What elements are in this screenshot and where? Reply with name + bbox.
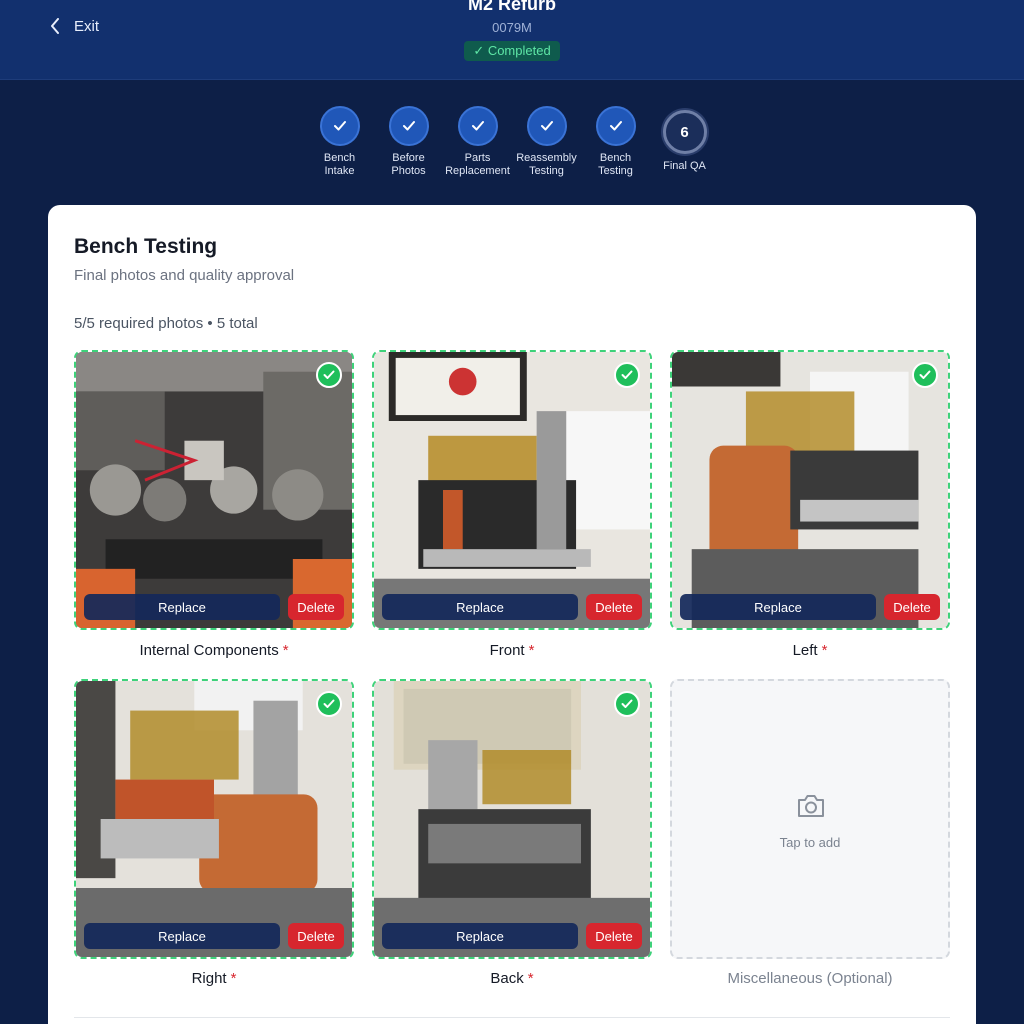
section-divider <box>74 1017 950 1018</box>
step-label: Final QA <box>663 160 706 172</box>
step-label: Parts Replacement <box>445 152 510 177</box>
add-photo-tile[interactable]: Tap to add <box>670 679 950 959</box>
status-badge: ✓ Completed <box>464 41 560 61</box>
checkmark-icon <box>621 699 633 708</box>
approved-check-badge <box>912 362 938 388</box>
step-parts-replacement[interactable]: Parts Replacement <box>443 106 512 178</box>
checkmark-icon <box>402 121 415 131</box>
camera-icon <box>798 795 824 817</box>
step-reassembly-testing[interactable]: Reassembly Testing <box>512 106 581 178</box>
replace-button[interactable]: Replace <box>84 923 280 949</box>
required-asterisk: * <box>528 642 535 659</box>
photo-tile-left[interactable]: Replace Delete <box>670 350 950 630</box>
photo-thumbnail <box>374 352 650 628</box>
photo-label-miscellaneous: Miscellaneous (Optional) <box>727 970 893 987</box>
photo-tile-right[interactable]: Replace Delete <box>74 679 354 959</box>
photo-label-text: Front <box>489 642 525 659</box>
job-title-block: M2 Refurb 0079M ✓ Completed <box>0 0 1024 61</box>
checkmark-icon <box>323 370 335 379</box>
step-complete-circle <box>457 106 498 146</box>
replace-button[interactable]: Replace <box>382 594 578 620</box>
approved-check-badge <box>316 691 342 717</box>
delete-button[interactable]: Delete <box>884 594 940 620</box>
photo-label-right: Right * <box>74 970 354 987</box>
step-complete-circle <box>595 106 636 146</box>
photo-label-back: Back * <box>372 970 652 987</box>
photo-tile-internal-components[interactable]: Replace Delete <box>74 350 354 630</box>
photo-label-left: Left * <box>670 642 950 659</box>
checkmark-icon <box>540 121 553 131</box>
photo-label-text: Back <box>490 970 524 987</box>
photo-tile-back[interactable]: Replace Delete <box>372 679 652 959</box>
step-label: Reassembly Testing <box>516 152 577 177</box>
delete-button[interactable]: Delete <box>586 594 642 620</box>
step-complete-circle <box>526 106 567 146</box>
checkmark-icon <box>333 121 346 131</box>
step-complete-circle <box>388 106 429 146</box>
required-asterisk: * <box>230 970 237 987</box>
checkmark-icon <box>621 370 633 379</box>
step-label: Before Photos <box>391 152 426 177</box>
section-subtitle: Final photos and quality approval <box>74 267 295 284</box>
photo-thumbnail <box>672 352 948 628</box>
delete-button[interactable]: Delete <box>586 923 642 949</box>
add-photo-text: Tap to add <box>779 835 841 850</box>
step-before-photos[interactable]: Before Photos <box>374 106 443 178</box>
section-title: Bench Testing <box>74 235 218 258</box>
photo-checklist-card: Bench Testing Final photos and quality a… <box>48 205 976 1024</box>
replace-button[interactable]: Replace <box>680 594 876 620</box>
required-asterisk: * <box>527 970 534 987</box>
step-label: Bench Intake <box>323 152 356 177</box>
step-complete-circle <box>319 106 360 146</box>
photo-thumbnail <box>76 681 352 957</box>
approved-check-badge <box>614 691 640 717</box>
approved-check-badge <box>614 362 640 388</box>
photo-label-text: Left <box>792 642 818 659</box>
step-bench-intake[interactable]: Bench Intake <box>305 106 374 178</box>
replace-button[interactable]: Replace <box>84 594 280 620</box>
photo-thumbnail <box>76 352 352 628</box>
delete-button[interactable]: Delete <box>288 923 344 949</box>
checkmark-icon <box>471 121 484 131</box>
required-asterisk: * <box>282 642 289 659</box>
photo-label-internal-components: Internal Components * <box>74 642 354 659</box>
step-current-circle: 6 <box>662 110 707 154</box>
progress-stepper: Bench Intake Before Photos Parts Replace… <box>0 106 1024 178</box>
checkmark-icon <box>323 699 335 708</box>
checkmark-icon <box>609 121 622 131</box>
photo-tile-front[interactable]: Replace Delete <box>372 350 652 630</box>
job-number: 0079M <box>492 20 532 35</box>
photo-thumbnail <box>374 681 650 957</box>
required-asterisk: * <box>821 642 828 659</box>
job-title: M2 Refurb <box>467 0 556 14</box>
photo-count: 5/5 required photos • 5 total <box>74 315 258 332</box>
checkmark-icon <box>919 370 931 379</box>
step-label: Bench Testing <box>598 152 633 177</box>
top-bar: Exit M2 Refurb 0079M ✓ Completed <box>0 0 1024 80</box>
replace-button[interactable]: Replace <box>382 923 578 949</box>
photo-label-front: Front * <box>372 642 652 659</box>
step-final-qa[interactable]: 6 Final QA <box>650 106 719 178</box>
approved-check-badge <box>316 362 342 388</box>
step-bench-testing[interactable]: Bench Testing <box>581 106 650 178</box>
photo-label-text: Right <box>191 970 227 987</box>
delete-button[interactable]: Delete <box>288 594 344 620</box>
photo-label-text: Internal Components <box>139 642 279 659</box>
